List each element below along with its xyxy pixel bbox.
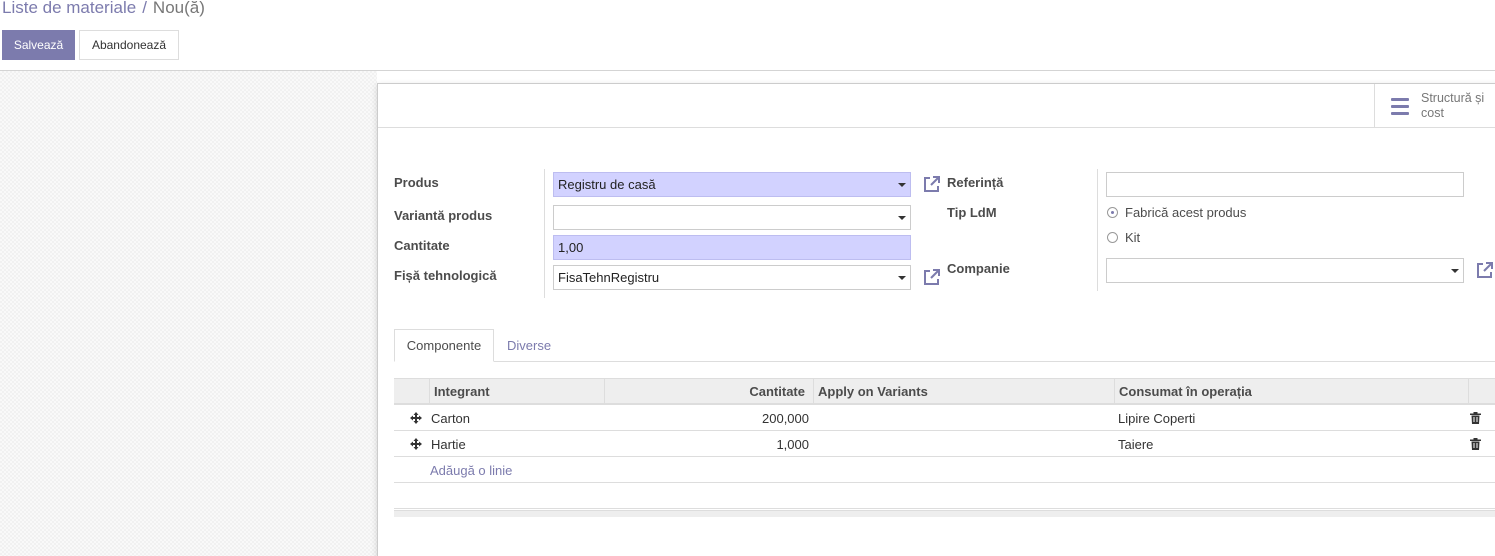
radio-selected-icon[interactable]	[1107, 207, 1118, 218]
routing-label: Fișă tehnologică	[394, 268, 497, 283]
empty-row	[394, 483, 1495, 509]
variant-label: Variantă produs	[394, 208, 493, 223]
bom-type-option-kit[interactable]: Kit	[1107, 230, 1140, 245]
table-row[interactable]: Hartie 1,000 Taiere	[394, 431, 1495, 457]
cell-product[interactable]: Hartie	[431, 431, 466, 457]
column-header-variants[interactable]: Apply on Variants	[813, 379, 1114, 404]
column-header-actions	[1468, 379, 1495, 404]
column-header-operation[interactable]: Consumat în operația	[1114, 379, 1469, 404]
variant-field[interactable]	[553, 205, 911, 230]
external-link-icon[interactable]	[1475, 260, 1495, 280]
bom-type-label: Tip LdM	[947, 205, 997, 220]
bom-type-option-manufacture[interactable]: Fabrică acest produs	[1107, 205, 1246, 220]
structure-cost-button[interactable]: Structură și cost	[1374, 84, 1495, 128]
breadcrumb-parent-link[interactable]: Liste de materiale	[2, 0, 136, 17]
save-button[interactable]: Salvează	[2, 30, 75, 60]
bom-type-option-label: Kit	[1125, 230, 1141, 245]
background-pattern	[0, 71, 377, 556]
form-sheet: Structură și cost Produs Variantă produs…	[377, 83, 1495, 556]
tab-misc[interactable]: Diverse	[507, 329, 551, 362]
cell-operation[interactable]: Lipire Coperti	[1118, 405, 1195, 431]
cell-quantity[interactable]: 200,000	[604, 405, 809, 431]
list-icon	[1391, 97, 1409, 115]
product-label: Produs	[394, 175, 439, 190]
discard-button[interactable]: Abandonează	[79, 30, 179, 60]
cell-quantity[interactable]: 1,000	[604, 431, 809, 457]
table-row[interactable]: Carton 200,000 Lipire Coperti	[394, 405, 1495, 431]
bom-type-option-label: Fabrică acest produs	[1125, 205, 1247, 220]
radio-unselected-icon[interactable]	[1107, 232, 1118, 243]
external-link-icon[interactable]	[922, 267, 942, 287]
column-header-product[interactable]: Integrant	[429, 379, 604, 404]
product-field[interactable]: Registru de casă	[553, 172, 911, 197]
breadcrumb-separator: /	[142, 0, 147, 17]
table-footer	[394, 510, 1495, 517]
add-line-link[interactable]: Adăugă o linie	[430, 457, 512, 483]
quantity-field[interactable]: 1,00	[553, 235, 911, 260]
drag-handle-icon[interactable]	[410, 412, 422, 424]
trash-icon[interactable]	[1470, 438, 1481, 450]
routing-field[interactable]: FisaTehnRegistru	[553, 265, 911, 290]
table-header: Integrant Cantitate Apply on Variants Co…	[394, 378, 1495, 405]
trash-icon[interactable]	[1470, 412, 1481, 424]
breadcrumb-current: Nou(ă)	[152, 0, 205, 17]
caret-down-icon[interactable]	[1451, 269, 1459, 273]
external-link-icon[interactable]	[922, 174, 942, 194]
caret-down-icon[interactable]	[898, 183, 906, 187]
reference-label: Referință	[947, 175, 1004, 190]
structure-cost-label: Structură și cost	[1421, 91, 1485, 120]
label-divider	[544, 169, 545, 298]
drag-handle-icon[interactable]	[410, 438, 422, 450]
routing-value: FisaTehnRegistru	[558, 270, 660, 285]
company-label: Companie	[947, 261, 1010, 276]
caret-down-icon[interactable]	[898, 216, 906, 220]
column-header-quantity[interactable]: Cantitate	[604, 379, 813, 404]
cell-product[interactable]: Carton	[431, 405, 470, 431]
cell-operation[interactable]: Taiere	[1118, 431, 1153, 457]
reference-field[interactable]	[1106, 172, 1464, 197]
tab-components[interactable]: Componente	[394, 329, 494, 362]
breadcrumb: Liste de materiale / Nou(ă)	[2, 0, 205, 18]
quantity-value: 1,00	[558, 240, 584, 255]
add-line-row: Adăugă o linie	[394, 457, 1495, 483]
company-field[interactable]	[1106, 258, 1464, 283]
product-value: Registru de casă	[558, 177, 656, 192]
button-box: Structură și cost	[378, 84, 1495, 128]
notebook-tabs: Componente Diverse	[394, 329, 1495, 362]
quantity-label: Cantitate	[394, 238, 450, 253]
caret-down-icon[interactable]	[898, 276, 906, 280]
label-divider	[1097, 169, 1098, 291]
